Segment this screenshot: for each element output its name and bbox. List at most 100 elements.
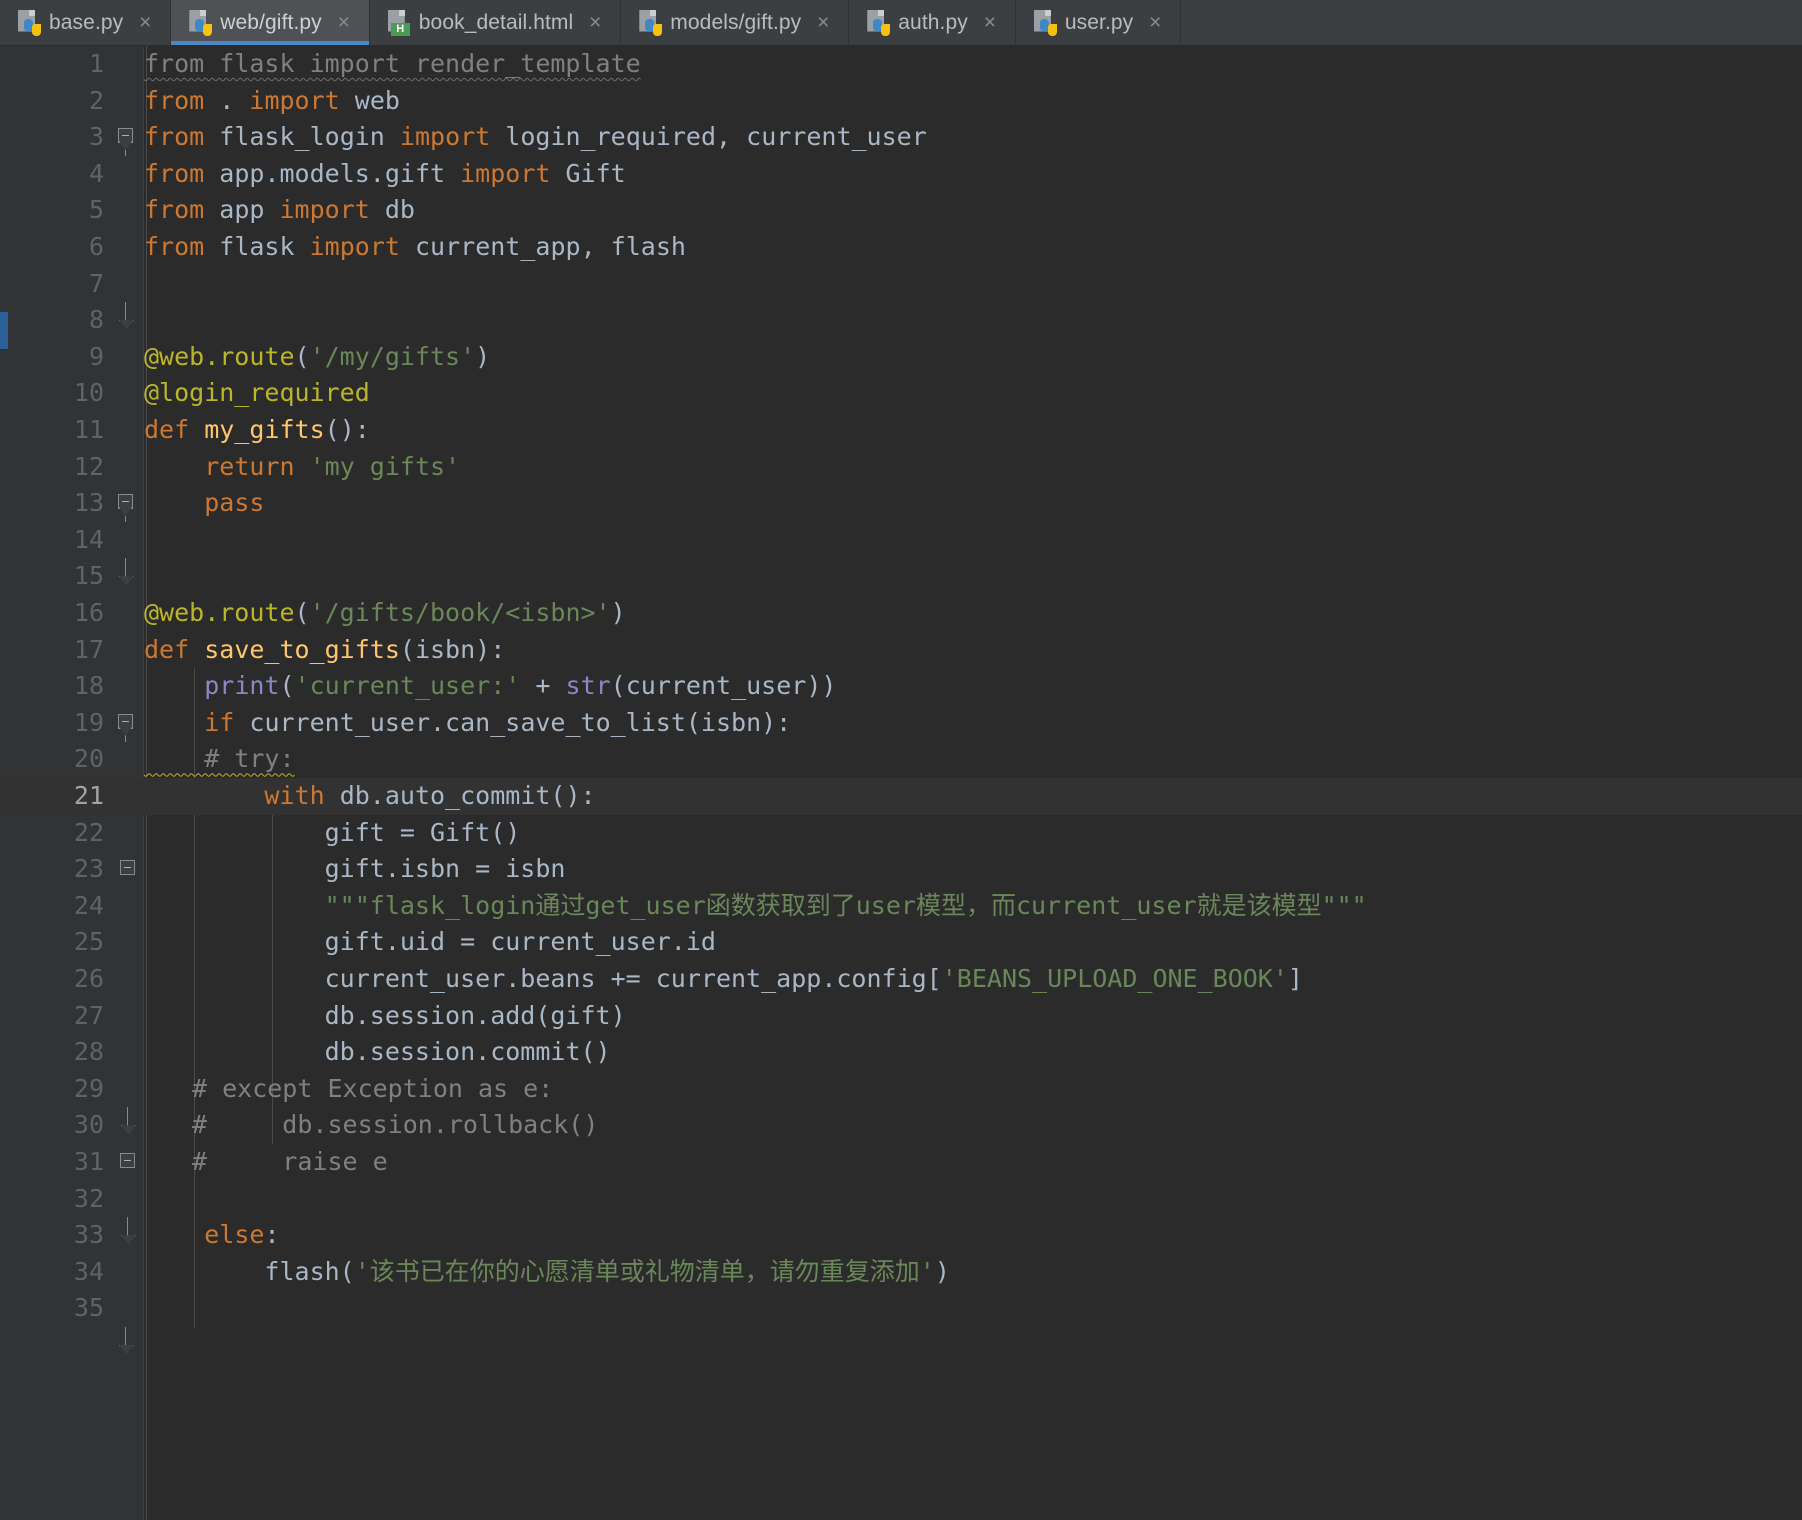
code-text: def save_to_gifts(isbn): [144, 634, 506, 664]
tab-book-detail-html[interactable]: H book_detail.html × [369, 0, 622, 45]
tab-label: web/gift.py [220, 10, 322, 34]
line-number: 19 [73, 707, 104, 737]
code-line[interactable]: 33 else: [0, 1217, 1802, 1254]
line-number: 4 [88, 158, 104, 188]
code-text: if current_user.can_save_to_list(isbn): [204, 707, 792, 737]
flash-message-string: '该书已在你的心愿清单或礼物清单，请勿重复添加' [354, 1256, 935, 1286]
code-line[interactable]: 3 from flask_login import login_required… [0, 119, 1802, 156]
close-icon[interactable]: × [586, 12, 604, 33]
tab-bar-filler [1181, 0, 1802, 45]
code-line[interactable]: 15 [0, 558, 1802, 595]
close-icon[interactable]: × [1146, 12, 1164, 33]
line-number: 1 [88, 49, 104, 78]
code-line[interactable]: 17 def save_to_gifts(isbn): [0, 632, 1802, 742]
code-text: from flask import render_template [144, 49, 641, 78]
code-text: gift = Gift() [324, 817, 521, 847]
code-line[interactable]: 23 gift.isbn = isbn [0, 851, 1802, 888]
code-line[interactable]: 30 # db.session.rollback() [0, 1107, 1802, 1144]
code-text: return 'my gifts' [204, 451, 461, 481]
code-line[interactable]: 27 db.session.add(gift) [0, 998, 1802, 1035]
line-number: 27 [73, 1000, 104, 1030]
code-line[interactable]: 31 # raise e [0, 1144, 1802, 1238]
line-number: 34 [73, 1256, 104, 1286]
code-line[interactable]: 24 """flask_login通过get_user函数获取到了user模型，… [0, 888, 1802, 925]
code-text: """flask_login通过get_user函数获取到了user模型，而cu… [144, 888, 1367, 925]
line-number: 20 [73, 744, 104, 774]
code-line-current[interactable]: 21 with db.auto_commit(): [0, 778, 1802, 876]
code-text: from . import web [144, 85, 400, 115]
fold-end-marker[interactable] [116, 1326, 135, 1364]
code-line[interactable]: 34 flash('该书已在你的心愿清单或礼物清单，请勿重复添加') [0, 1254, 1802, 1347]
line-number: 18 [73, 671, 104, 701]
code-line[interactable]: 22 gift = Gift() [0, 815, 1802, 852]
code-line[interactable]: 2 from . import web [0, 83, 1802, 120]
code-line[interactable]: 25 gift.uid = current_user.id [0, 924, 1802, 961]
tab-label: user.py [1064, 10, 1134, 34]
code-text: from app import db [144, 195, 415, 225]
code-line[interactable]: 9 @web.route('/my/gifts') [0, 339, 1802, 376]
tab-models-gift-py[interactable]: models/gift.py × [621, 0, 850, 45]
line-number: 16 [73, 598, 104, 627]
code-line[interactable]: 4 from app.models.gift import Gift [0, 156, 1802, 193]
editor-tab-bar[interactable]: base.py × web/gift.py × H book_detail.ht… [0, 0, 1802, 46]
code-text: # raise e [192, 1147, 388, 1176]
code-line[interactable]: 19 if current_user.can_save_to_list(isbn… [0, 705, 1802, 802]
code-text: @web.route('/gifts/book/<isbn>') [144, 598, 626, 627]
code-text: # db.session.rollback() [192, 1110, 599, 1140]
code-line[interactable]: 12 return 'my gifts' [0, 449, 1802, 486]
tab-base-py[interactable]: base.py × [0, 0, 172, 45]
python-file-icon [1033, 9, 1057, 36]
code-line[interactable]: 20 # try: [0, 741, 1802, 778]
code-line[interactable]: 16 @web.route('/gifts/book/<isbn>') [0, 595, 1802, 632]
code-line[interactable]: 13 pass [0, 485, 1802, 579]
code-lines[interactable]: 1 from flask import render_template 2 fr… [0, 46, 1802, 1520]
tab-user-py[interactable]: user.py × [1015, 0, 1182, 45]
python-file-icon [867, 9, 891, 36]
code-line[interactable]: 18 print('current_user:' + str(current_u… [0, 668, 1802, 705]
code-line[interactable]: 7 [0, 266, 1802, 303]
code-line[interactable]: 1 from flask import render_template [0, 46, 1802, 157]
line-number: 25 [73, 927, 104, 957]
line-number: 13 [73, 488, 104, 518]
code-text: flash('该书已在你的心愿清单或礼物清单，请勿重复添加') [264, 1256, 950, 1286]
code-text: # except Exception as e: [192, 1073, 554, 1103]
code-line[interactable]: 14 [0, 522, 1802, 559]
code-line[interactable]: 6 from flask import current_app, flash [0, 229, 1802, 323]
line-number: 33 [73, 1220, 104, 1250]
tab-label: models/gift.py [670, 10, 802, 34]
close-icon[interactable]: × [981, 12, 999, 33]
line-number: 11 [73, 415, 104, 444]
tab-label: auth.py [898, 10, 968, 34]
code-text: gift.uid = current_user.id [324, 927, 716, 957]
python-file-icon [189, 9, 213, 36]
line-number: 21 [73, 781, 104, 810]
close-icon[interactable]: × [335, 12, 353, 33]
line-number: 5 [88, 195, 104, 225]
code-text: print('current_user:' + str(current_user… [204, 671, 837, 701]
line-number: 2 [88, 85, 104, 115]
tab-label: base.py [49, 10, 124, 34]
line-number: 29 [73, 1073, 104, 1103]
code-line[interactable]: 32 [0, 1181, 1802, 1218]
code-line[interactable]: 8 [0, 302, 1802, 339]
close-icon[interactable]: × [136, 12, 154, 33]
line-number: 24 [73, 890, 104, 920]
code-text: pass [204, 488, 265, 518]
code-line[interactable]: 28 db.session.commit() [0, 1034, 1802, 1128]
code-line[interactable]: 10 @login_required [0, 375, 1802, 412]
line-number: 32 [73, 1183, 104, 1213]
code-line[interactable]: 5 from app import db [0, 192, 1802, 229]
code-text: db.session.add(gift) [324, 1000, 626, 1030]
tab-web-gift-py[interactable]: web/gift.py × [171, 0, 370, 45]
docstring-text: """flask_login通过get_user函数获取到了user模型，而cu… [324, 890, 1367, 920]
code-line[interactable]: 29 # except Exception as e: [0, 1071, 1802, 1168]
code-line[interactable]: 11 def my_gifts(): [0, 412, 1802, 523]
tab-auth-py[interactable]: auth.py × [849, 0, 1016, 45]
line-number: 14 [73, 524, 104, 554]
close-icon[interactable]: × [814, 12, 832, 33]
code-line[interactable]: 26 current_user.beans += current_app.con… [0, 961, 1802, 998]
code-line[interactable]: 35 [0, 1290, 1802, 1327]
code-text: from flask_login import login_required, … [144, 122, 927, 152]
code-editor[interactable]: 1 from flask import render_template 2 fr… [0, 46, 1802, 1520]
line-number: 12 [73, 451, 104, 481]
